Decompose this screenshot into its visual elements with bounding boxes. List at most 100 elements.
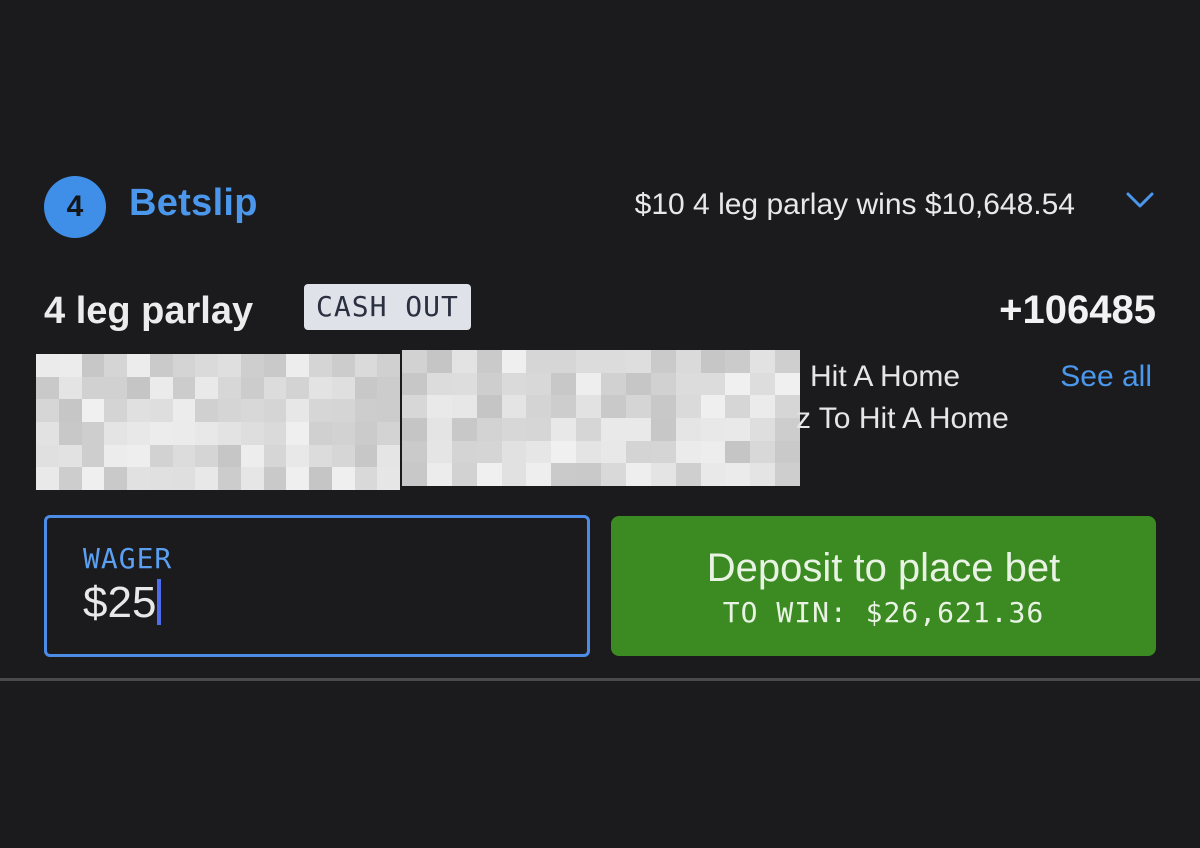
- redaction-pixel: [650, 350, 676, 373]
- redaction-pixel: [354, 354, 378, 377]
- redaction-pixel: [309, 399, 332, 422]
- redaction-pixel: [551, 350, 577, 373]
- redaction-pixel: [218, 376, 241, 400]
- deposit-to-place-bet-button[interactable]: Deposit to place bet TO WIN: $26,621.36: [611, 516, 1156, 656]
- redaction-pixel: [218, 444, 241, 468]
- redaction-pixel: [240, 376, 264, 400]
- deposit-button-label: Deposit to place bet: [706, 546, 1061, 590]
- redaction-pixel: [725, 440, 751, 464]
- redaction-pixel: [377, 444, 400, 468]
- redaction-pixel: [81, 421, 105, 445]
- redaction-pixel: [81, 354, 105, 377]
- redaction-pixel: [625, 417, 651, 441]
- redaction-pixel: [36, 376, 59, 400]
- redaction-pixel: [81, 444, 105, 468]
- redaction-pixel: [218, 354, 241, 377]
- redaction-pixel: [331, 421, 355, 445]
- redaction-pixel: [700, 395, 726, 418]
- redaction-pixel: [576, 463, 601, 486]
- redaction-pixel: [501, 463, 527, 486]
- redaction-pixel: [576, 350, 601, 373]
- redaction-pixel: [551, 463, 577, 486]
- redaction-pixel: [172, 421, 196, 445]
- redaction-pixel: [402, 372, 427, 396]
- parlay-legs: Hit A Home z To Hit A Home See all: [36, 350, 1156, 490]
- redaction-pixel: [81, 399, 105, 422]
- parlay-odds: +106485: [999, 288, 1156, 332]
- cash-out-badge[interactable]: CASH OUT: [304, 284, 471, 330]
- redaction-pixel: [675, 395, 701, 418]
- redaction-pixel: [750, 463, 776, 486]
- redaction-pixel: [195, 421, 218, 445]
- redaction-pixel: [218, 467, 241, 490]
- redaction-pixel: [551, 440, 577, 464]
- redaction-pixel: [309, 444, 332, 468]
- redaction-pixel: [377, 399, 400, 422]
- redaction-pixel: [377, 421, 400, 445]
- see-all-link[interactable]: See all: [1060, 360, 1152, 394]
- redaction-pixel: [476, 417, 502, 441]
- redaction-pixel: [650, 417, 676, 441]
- redaction-pixel: [625, 350, 651, 373]
- redaction-pixel: [601, 440, 626, 464]
- redaction-pixel: [675, 463, 701, 486]
- redaction-pixel: [625, 372, 651, 396]
- redaction-pixel: [501, 372, 527, 396]
- redaction-pixel: [526, 395, 552, 418]
- redaction-pixel: [402, 395, 427, 418]
- betslip-header[interactable]: 4 Betslip $10 4 leg parlay wins $10,648.…: [44, 176, 1160, 238]
- redaction-pixel: [354, 376, 378, 400]
- redaction-pixel: [526, 463, 552, 486]
- redaction-pixel: [526, 372, 552, 396]
- redaction-pixel: [127, 467, 150, 490]
- redaction-pixel: [172, 444, 196, 468]
- redaction-pixel: [725, 417, 751, 441]
- redaction-pixel: [286, 399, 309, 422]
- wager-input[interactable]: WAGER $25: [44, 515, 590, 657]
- betslip-page: 4 Betslip $10 4 leg parlay wins $10,648.…: [0, 0, 1200, 848]
- redaction-pixel: [81, 376, 105, 400]
- redaction-pixel: [309, 376, 332, 400]
- redaction-pixel: [451, 463, 477, 486]
- redaction-pixel: [36, 399, 59, 422]
- redaction-pixel: [354, 421, 378, 445]
- redaction-pixel: [476, 395, 502, 418]
- redaction-pixel: [601, 350, 626, 373]
- redaction-pixel: [426, 372, 452, 396]
- redaction-pixel: [476, 440, 502, 464]
- redaction-pixel: [601, 417, 626, 441]
- redaction-pixel: [195, 399, 218, 422]
- parlay-title: 4 leg parlay: [44, 290, 254, 332]
- redacted-image: [36, 354, 400, 490]
- redaction-pixel: [263, 354, 287, 377]
- redaction-pixel: [377, 354, 400, 377]
- redaction-pixel: [750, 395, 776, 418]
- redaction-pixel: [725, 372, 751, 396]
- redaction-pixel: [240, 421, 264, 445]
- redaction-pixel: [551, 395, 577, 418]
- redaction-pixel: [263, 399, 287, 422]
- redaction-pixel: [127, 399, 150, 422]
- redaction-pixel: [354, 399, 378, 422]
- redaction-pixel: [354, 444, 378, 468]
- redaction-pixel: [750, 440, 776, 464]
- redaction-pixel: [58, 399, 82, 422]
- redaction-pixel: [700, 350, 726, 373]
- redaction-pixel: [650, 395, 676, 418]
- redaction-pixel: [426, 417, 452, 441]
- redaction-pixel: [286, 421, 309, 445]
- chevron-down-icon[interactable]: [1120, 180, 1160, 220]
- redaction-pixel: [750, 372, 776, 396]
- wager-value[interactable]: $25: [83, 578, 162, 628]
- redaction-pixel: [700, 463, 726, 486]
- redaction-pixel: [354, 467, 378, 490]
- redaction-pixel: [750, 417, 776, 441]
- redaction-pixel: [625, 395, 651, 418]
- redaction-pixel: [218, 399, 241, 422]
- redaction-pixel: [104, 354, 127, 377]
- redaction-pixel: [331, 444, 355, 468]
- redaction-pixel: [426, 395, 452, 418]
- redaction-pixel: [36, 444, 59, 468]
- redaction-pixel: [576, 440, 601, 464]
- redaction-pixel: [331, 399, 355, 422]
